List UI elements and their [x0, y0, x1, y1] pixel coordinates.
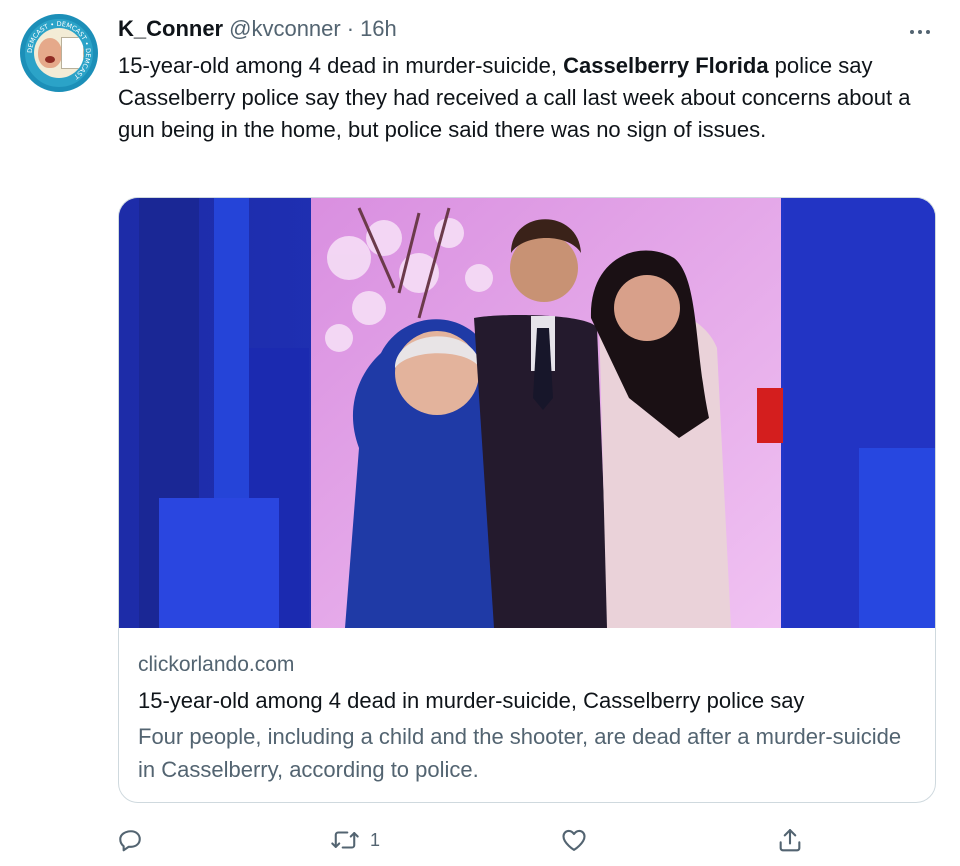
- separator-dot: ·: [346, 16, 355, 41]
- more-dot: [918, 30, 922, 34]
- retweet-icon: [331, 831, 359, 849]
- share-button[interactable]: [776, 820, 814, 860]
- avatar-face: [38, 38, 62, 68]
- like-button[interactable]: [560, 820, 598, 860]
- link-description: Four people, including a child and the s…: [138, 724, 902, 782]
- tweet-header: K_Conner @kvconner · 16h: [118, 16, 397, 46]
- avatar-illustration: [34, 28, 84, 78]
- tweet-headline: 15-year-old among 4 dead in murder-suici…: [118, 50, 933, 82]
- share-icon: [779, 829, 801, 852]
- reply-icon: [119, 830, 141, 852]
- tweet-headline-start: 15-year-old among 4 dead in murder-suici…: [118, 53, 564, 78]
- tweet-text: 15-year-old among 4 dead in murder-suici…: [118, 50, 933, 146]
- more-dot: [926, 30, 930, 34]
- more-options-icon[interactable]: [900, 22, 940, 42]
- tweet-headline-end: police say: [768, 53, 873, 78]
- avatar[interactable]: DEMCAST • DEMCAST • DEMCAST: [20, 14, 98, 92]
- tweet-body: Casselberry police say they had received…: [118, 85, 911, 142]
- avatar-card: [61, 37, 84, 69]
- tweet[interactable]: DEMCAST • DEMCAST • DEMCAST K_Conner @kv…: [0, 0, 960, 866]
- tweet-timestamp[interactable]: 16h: [360, 16, 397, 42]
- heart-icon: [562, 829, 586, 851]
- avatar-mouth: [45, 56, 55, 63]
- link-domain: clickorlando.com: [138, 653, 295, 676]
- link-preview-card[interactable]: clickorlando.com 15-year-old among 4 dea…: [118, 197, 936, 803]
- tweet-headline-bold: Casselberry Florida: [563, 53, 769, 78]
- display-name[interactable]: K_Conner: [118, 16, 223, 42]
- news-photo: [119, 198, 935, 628]
- user-handle[interactable]: @kvconner: [229, 16, 341, 42]
- retweet-button[interactable]: 1: [330, 820, 380, 860]
- link-preview-image[interactable]: [119, 198, 935, 628]
- more-dot: [910, 30, 914, 34]
- retweet-count: 1: [370, 829, 381, 850]
- reply-button[interactable]: [117, 820, 155, 860]
- tweet-actions: 1: [0, 820, 960, 860]
- link-title: 15-year-old among 4 dead in murder-suici…: [138, 688, 805, 713]
